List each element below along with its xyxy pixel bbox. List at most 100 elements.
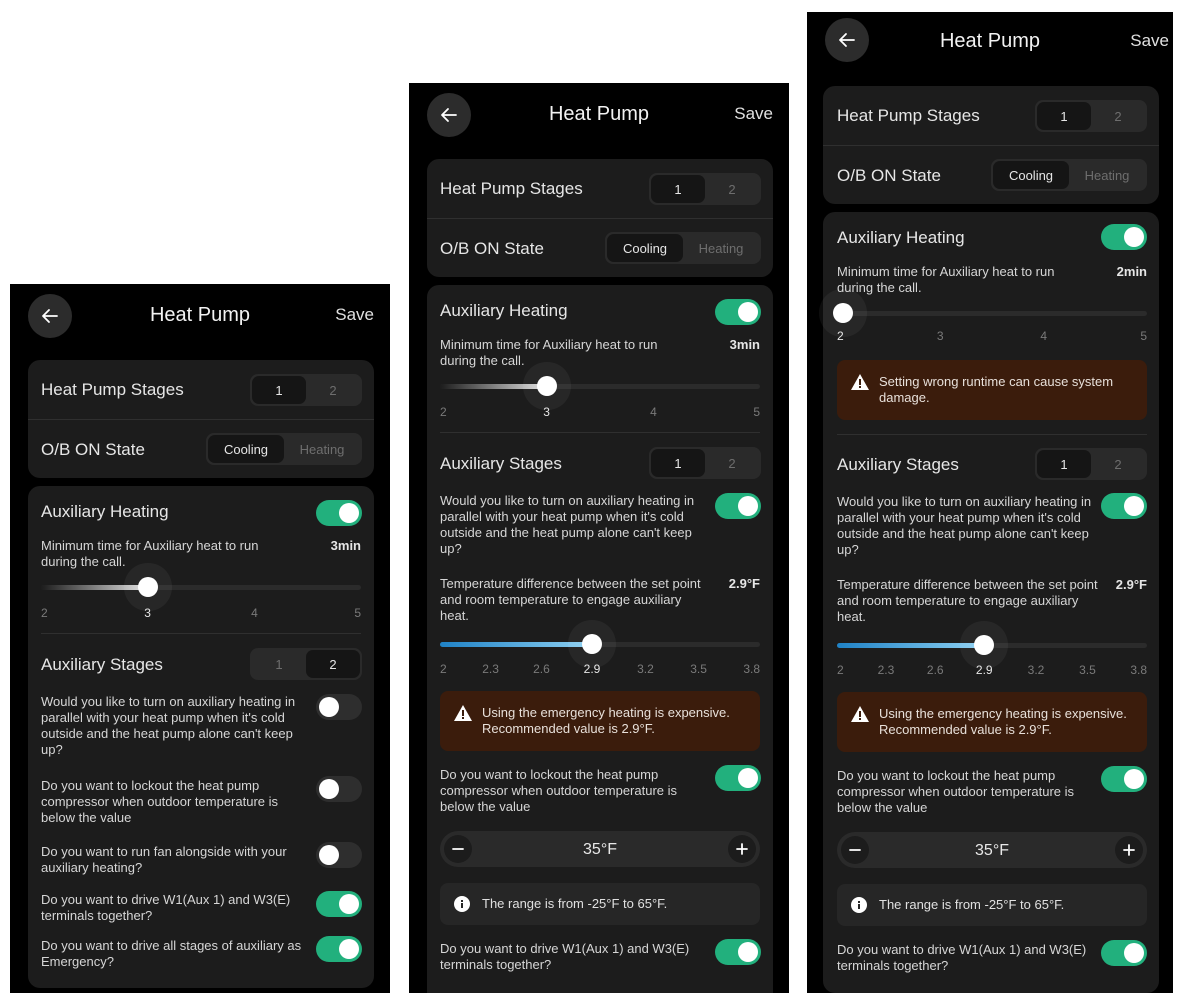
aux-heating-toggle[interactable] — [715, 299, 761, 325]
slider-fill — [440, 642, 592, 647]
aux-heating-toggle[interactable] — [316, 500, 362, 526]
hp-stages-label: Heat Pump Stages — [837, 106, 980, 125]
fan-question: Do you want to run fan alongside with yo… — [41, 844, 287, 875]
ob-option-cooling[interactable]: Cooling — [993, 161, 1069, 189]
ob-option-heating[interactable]: Heating — [683, 234, 759, 262]
auxiliary-card: Auxiliary Heating Minimum time for Auxil… — [427, 285, 773, 993]
tick-label: 3.8 — [1130, 663, 1147, 677]
hp-stages-selector[interactable]: 1 2 — [250, 374, 362, 406]
tick-label: 2.3 — [877, 663, 895, 677]
aux-min-time-label: Minimum time for Auxiliary heat to run d… — [837, 264, 1055, 295]
tick-label: 2 — [440, 405, 447, 419]
aux-min-time-label: Minimum time for Auxiliary heat to run d… — [41, 538, 259, 569]
parallel-toggle[interactable] — [715, 493, 761, 519]
ob-state-selector[interactable]: Cooling Heating — [206, 433, 362, 465]
aux-heating-toggle[interactable] — [1101, 224, 1147, 250]
aux-stage-option-2[interactable]: 2 — [306, 650, 360, 678]
slider-knob[interactable] — [137, 577, 158, 597]
ob-option-heating[interactable]: Heating — [1069, 161, 1145, 189]
tick-label: 3.2 — [637, 662, 654, 676]
heat-pump-screen-1: Heat Pump Save Heat Pump Stages 1 2 O/B … — [10, 284, 390, 993]
drive-question: Do you want to drive W1(Aux 1) and W3(E)… — [41, 892, 291, 923]
save-button[interactable]: Save — [734, 104, 773, 124]
hp-stage-option-1[interactable]: 1 — [1037, 102, 1091, 130]
parallel-question: Would you like to turn on auxiliary heat… — [440, 493, 695, 556]
tick-label: 2.6 — [533, 662, 550, 676]
parallel-question: Would you like to turn on auxiliary heat… — [41, 694, 296, 757]
tick-label: 2.9 — [583, 662, 601, 676]
ob-option-cooling[interactable]: Cooling — [607, 234, 683, 262]
aux-stage-option-1[interactable]: 1 — [1037, 450, 1091, 478]
lockout-temp-stepper[interactable]: 35°F — [440, 831, 760, 867]
tick-label: 5 — [753, 405, 760, 419]
tick-label: 3.5 — [690, 662, 707, 676]
toggle-knob — [319, 845, 339, 865]
ob-state-label: O/B ON State — [440, 239, 544, 258]
lockout-toggle[interactable] — [1101, 766, 1147, 792]
warning-icon — [454, 705, 472, 721]
hp-stages-selector[interactable]: 1 2 — [649, 173, 761, 205]
runtime-slider[interactable] — [440, 371, 760, 401]
increment-button[interactable] — [728, 835, 756, 863]
aux-stages-selector[interactable]: 1 2 — [1035, 448, 1147, 480]
temp-diff-slider[interactable] — [837, 630, 1147, 660]
slider-fill — [837, 643, 985, 648]
temp-diff-value: 2.9°F — [728, 576, 760, 591]
aux-stages-selector[interactable]: 1 2 — [649, 447, 761, 479]
hp-stages-label: Heat Pump Stages — [440, 179, 583, 198]
slider-knob[interactable] — [974, 635, 995, 655]
slider-knob[interactable] — [536, 376, 557, 396]
toggle-knob — [738, 768, 758, 788]
ob-option-heating[interactable]: Heating — [284, 435, 360, 463]
drive-toggle[interactable] — [715, 939, 761, 965]
hp-stage-option-2[interactable]: 2 — [306, 376, 360, 404]
lockout-toggle[interactable] — [715, 765, 761, 791]
header: Heat Pump Save — [807, 12, 1173, 76]
fan-toggle[interactable] — [316, 842, 362, 868]
parallel-toggle[interactable] — [1101, 493, 1147, 519]
increment-button[interactable] — [1115, 836, 1143, 864]
plus-icon — [736, 843, 748, 855]
runtime-ticks: 2 3 4 5 — [837, 329, 1147, 345]
info-icon — [454, 896, 470, 912]
slider-knob[interactable] — [582, 634, 602, 654]
aux-stage-option-1[interactable]: 1 — [651, 449, 705, 477]
hp-stages-selector[interactable]: 1 2 — [1035, 100, 1147, 132]
parallel-toggle[interactable] — [316, 694, 362, 720]
range-info-text: The range is from -25°F to 65°F. — [879, 897, 1065, 912]
drive-toggle[interactable] — [1101, 940, 1147, 966]
aux-stage-option-1[interactable]: 1 — [252, 650, 306, 678]
ob-option-cooling[interactable]: Cooling — [208, 435, 284, 463]
hp-stage-option-2[interactable]: 2 — [705, 175, 759, 203]
stages-card: Heat Pump Stages 1 2 O/B ON State Coolin… — [427, 159, 773, 277]
slider-track — [837, 311, 1147, 316]
save-button[interactable]: Save — [335, 305, 374, 325]
toggle-knob — [1124, 943, 1144, 963]
save-button[interactable]: Save — [1130, 31, 1169, 51]
emergency-toggle[interactable] — [316, 936, 362, 962]
runtime-slider[interactable] — [41, 572, 361, 602]
slider-knob[interactable] — [833, 303, 854, 323]
toggle-knob — [339, 939, 359, 959]
aux-stage-option-2[interactable]: 2 — [705, 449, 759, 477]
drive-toggle[interactable] — [316, 891, 362, 917]
emergency-warning-box: Using the emergency heating is expensive… — [440, 691, 760, 751]
emergency-warning-text: Using the emergency heating is expensive… — [482, 705, 730, 736]
tick-label: 2 — [837, 663, 844, 677]
range-info-text: The range is from -25°F to 65°F. — [482, 896, 668, 911]
lockout-toggle[interactable] — [316, 776, 362, 802]
lockout-temp-stepper[interactable]: 35°F — [837, 832, 1147, 868]
range-info-box: The range is from -25°F to 65°F. — [837, 884, 1147, 926]
temp-diff-slider[interactable] — [440, 629, 760, 659]
ob-state-selector[interactable]: Cooling Heating — [605, 232, 761, 264]
aux-stages-selector[interactable]: 1 2 — [250, 648, 362, 680]
aux-stage-option-2[interactable]: 2 — [1091, 450, 1145, 478]
tick-label: 3.8 — [743, 662, 760, 676]
runtime-slider[interactable] — [833, 298, 1147, 328]
lockout-question: Do you want to lockout the heat pump com… — [440, 767, 678, 814]
hp-stage-option-2[interactable]: 2 — [1091, 102, 1145, 130]
ob-state-selector[interactable]: Cooling Heating — [991, 159, 1147, 191]
hp-stage-option-1[interactable]: 1 — [651, 175, 705, 203]
hp-stage-option-1[interactable]: 1 — [252, 376, 306, 404]
page-title: Heat Pump — [548, 103, 650, 125]
